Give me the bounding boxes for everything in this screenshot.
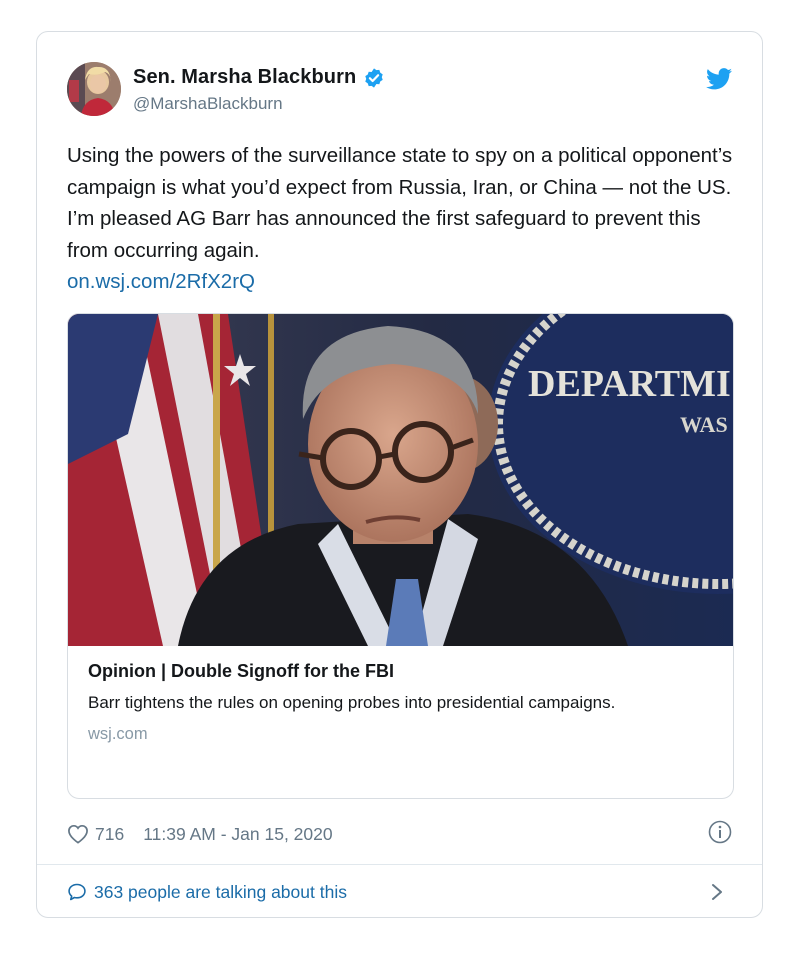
author-block[interactable]: Sen. Marsha Blackburn @MarshaBlackburn	[133, 66, 385, 114]
tweet-embed-card: Sen. Marsha Blackburn @MarshaBlackburn U…	[36, 31, 763, 918]
handle[interactable]: @MarshaBlackburn	[133, 94, 385, 114]
article-domain: wsj.com	[88, 725, 148, 743]
article-photo[interactable]: DEPARTMI WAS	[68, 314, 734, 646]
verified-badge-icon	[365, 67, 384, 88]
tweet-header: Sen. Marsha Blackburn @MarshaBlackburn	[67, 62, 732, 118]
article-title[interactable]: Opinion | Double Signoff for the FBI	[88, 661, 713, 682]
conversation-link[interactable]: 363 people are talking about this	[67, 875, 732, 909]
tweet-body: Using the powers of the surveillance sta…	[67, 144, 733, 262]
tweet-link[interactable]: on.wsj.com/2RfX2rQ	[67, 270, 255, 293]
info-icon[interactable]	[708, 820, 732, 844]
tweet-stats: 716 11:39 AM - Jan 15, 2020	[67, 819, 732, 849]
link-preview-card[interactable]: DEPARTMI WAS Opinion | Double Signoff fo…	[67, 313, 734, 799]
chevron-right-icon[interactable]	[710, 883, 724, 901]
like-count[interactable]: 716	[95, 824, 124, 845]
conversation-text[interactable]: 363 people are talking about this	[94, 882, 347, 903]
article-description: Barr tightens the rules on opening probe…	[88, 693, 616, 712]
tweet-timestamp[interactable]: 11:39 AM - Jan 15, 2020	[143, 824, 332, 845]
twitter-bird-icon[interactable]	[706, 68, 732, 90]
photo-sign-text: DEPARTMI	[528, 363, 731, 405]
heart-icon[interactable]	[67, 824, 89, 844]
footer-divider	[37, 864, 762, 865]
tweet-text: Using the powers of the surveillance sta…	[67, 140, 737, 298]
speech-bubble-icon	[68, 883, 86, 901]
avatar[interactable]	[67, 62, 121, 116]
display-name[interactable]: Sen. Marsha Blackburn	[133, 66, 356, 89]
link-preview-text: Opinion | Double Signoff for the FBI Bar…	[88, 661, 713, 744]
photo-sign-text-2: WAS	[680, 412, 728, 437]
